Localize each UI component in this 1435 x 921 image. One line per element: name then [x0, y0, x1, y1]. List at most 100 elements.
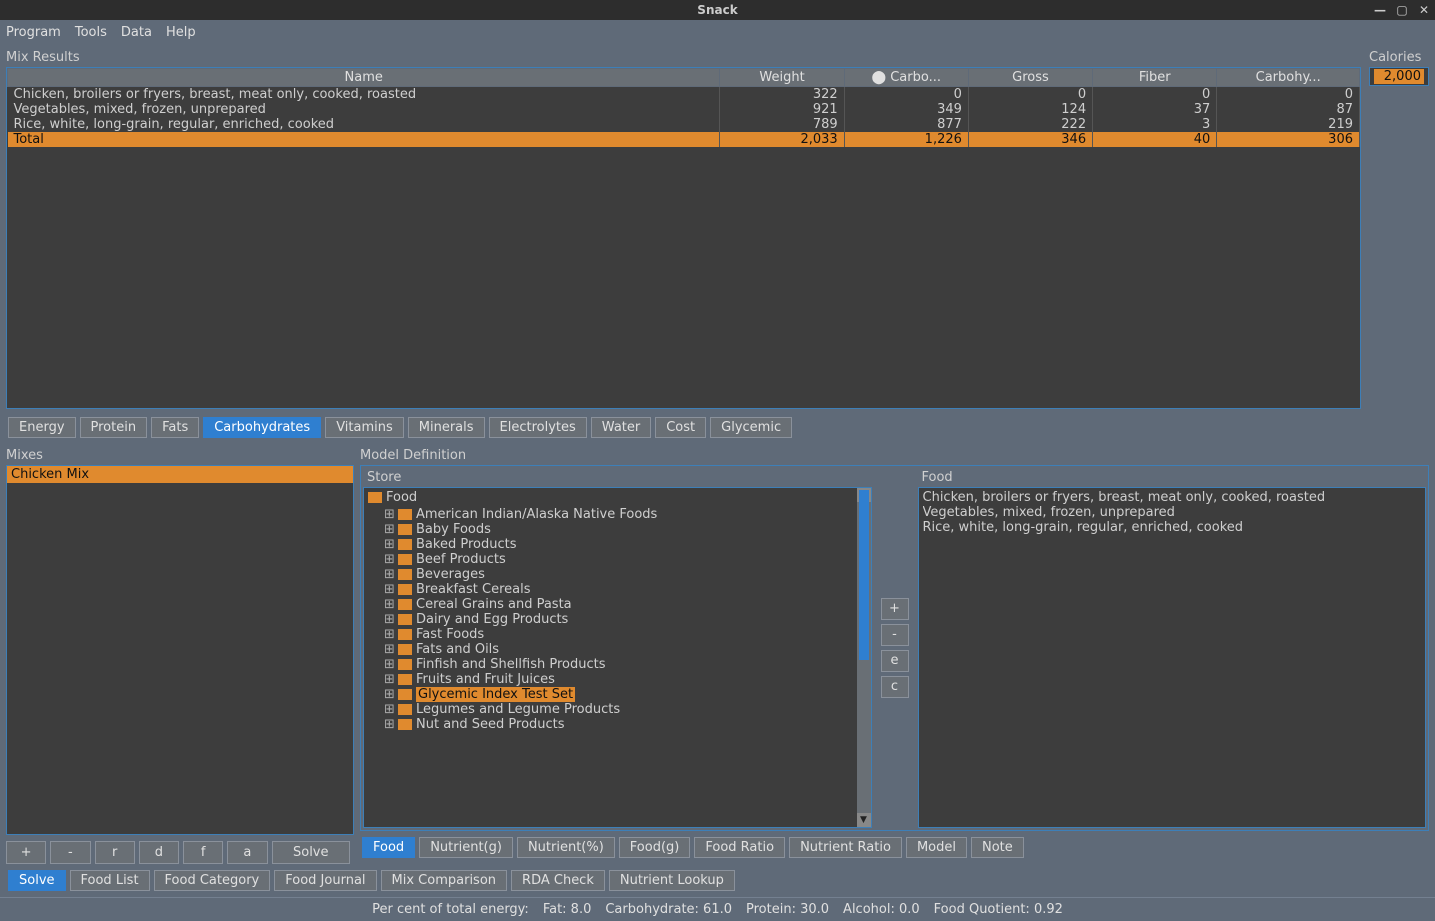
tree-item[interactable]: Cereal Grains and Pasta — [416, 597, 572, 612]
tree-item[interactable]: Breakfast Cereals — [416, 582, 531, 597]
table-row[interactable]: Rice, white, long-grain, regular, enrich… — [8, 117, 1360, 132]
category-tab-energy[interactable]: Energy — [8, 417, 76, 438]
category-tab-glycemic[interactable]: Glycemic — [710, 417, 792, 438]
mix-button-remove[interactable]: - — [50, 841, 90, 864]
tree-expand-icon[interactable]: ⊞ — [384, 702, 394, 717]
tree-root[interactable]: Food — [386, 490, 417, 505]
tree-item[interactable]: Baked Products — [416, 537, 516, 552]
tree-expand-icon[interactable]: ⊞ — [384, 597, 394, 612]
scroll-thumb[interactable] — [859, 490, 869, 660]
maximize-button[interactable]: ▢ — [1395, 3, 1409, 17]
model-tab-nutrientratio[interactable]: Nutrient Ratio — [789, 837, 902, 858]
bottom-tab-solve[interactable]: Solve — [8, 870, 66, 891]
model-tab-note[interactable]: Note — [971, 837, 1024, 858]
model-tab-food[interactable]: Food — [362, 837, 415, 858]
tree-item[interactable]: Baby Foods — [416, 522, 491, 537]
tree-expand-icon[interactable]: ⊞ — [384, 522, 394, 537]
store-button-remove[interactable]: - — [881, 624, 909, 646]
food-item[interactable]: Rice, white, long-grain, regular, enrich… — [923, 520, 1422, 535]
mix-item[interactable]: Chicken Mix — [7, 466, 353, 483]
tree-expand-icon[interactable]: ⊞ — [384, 642, 394, 657]
mix-col-header[interactable]: Gross — [968, 69, 1092, 87]
mix-button-solve[interactable]: Solve — [272, 841, 351, 864]
calories-field[interactable]: 2,000 — [1369, 67, 1429, 86]
menu-program[interactable]: Program — [6, 25, 61, 40]
tree-expand-icon[interactable]: ⊞ — [384, 567, 394, 582]
category-tab-fats[interactable]: Fats — [151, 417, 199, 438]
store-label: Store — [363, 468, 872, 487]
category-tab-water[interactable]: Water — [591, 417, 651, 438]
store-button-e[interactable]: e — [881, 650, 909, 672]
model-tab-nutrient[interactable]: Nutrient(%) — [517, 837, 615, 858]
food-list[interactable]: Chicken, broilers or fryers, breast, mea… — [918, 487, 1427, 828]
scroll-down-icon[interactable]: ▼ — [857, 813, 871, 827]
mix-col-header[interactable]: Weight — [720, 69, 844, 87]
menu-tools[interactable]: Tools — [75, 25, 107, 40]
tree-expand-icon[interactable]: ⊞ — [384, 627, 394, 642]
category-tab-protein[interactable]: Protein — [80, 417, 148, 438]
table-row[interactable]: Vegetables, mixed, frozen, unprepared921… — [8, 102, 1360, 117]
tree-expand-icon[interactable]: ⊞ — [384, 687, 394, 702]
category-tab-cost[interactable]: Cost — [655, 417, 706, 438]
store-button-c[interactable]: c — [881, 676, 909, 698]
menu-data[interactable]: Data — [121, 25, 152, 40]
food-item[interactable]: Vegetables, mixed, frozen, unprepared — [923, 505, 1422, 520]
mix-button-d[interactable]: d — [139, 841, 179, 864]
tree-expand-icon[interactable]: ⊞ — [384, 537, 394, 552]
folder-icon — [398, 614, 412, 625]
mix-button-r[interactable]: r — [95, 841, 135, 864]
bottom-tab-mix-comparison[interactable]: Mix Comparison — [381, 870, 508, 891]
mix-button-f[interactable]: f — [183, 841, 223, 864]
mixes-list[interactable]: Chicken Mix — [6, 465, 354, 835]
bottom-tab-nutrient-lookup[interactable]: Nutrient Lookup — [609, 870, 735, 891]
mix-col-header[interactable]: Carbohy... — [1217, 69, 1360, 87]
tree-item[interactable]: Fast Foods — [416, 627, 484, 642]
store-scrollbar[interactable]: ▲ ▼ — [857, 488, 871, 827]
model-tab-nutrientg[interactable]: Nutrient(g) — [419, 837, 513, 858]
mix-button-a[interactable]: a — [227, 841, 267, 864]
mix-col-header[interactable]: Name — [8, 69, 720, 87]
bottom-tab-food-list[interactable]: Food List — [70, 870, 150, 891]
menu-help[interactable]: Help — [166, 25, 196, 40]
food-item[interactable]: Chicken, broilers or fryers, breast, mea… — [923, 490, 1422, 505]
model-tab-foodg[interactable]: Food(g) — [619, 837, 691, 858]
tree-expand-icon[interactable]: ⊞ — [384, 657, 394, 672]
tree-item[interactable]: American Indian/Alaska Native Foods — [416, 507, 657, 522]
tree-item[interactable]: Legumes and Legume Products — [416, 702, 620, 717]
tree-expand-icon[interactable]: ⊞ — [384, 552, 394, 567]
tree-item[interactable]: Beverages — [416, 567, 485, 582]
minimize-button[interactable]: — — [1373, 3, 1387, 17]
bottom-tab-food-category[interactable]: Food Category — [154, 870, 271, 891]
tree-item[interactable]: Fruits and Fruit Juices — [416, 672, 555, 687]
close-button[interactable]: ✕ — [1417, 3, 1431, 17]
model-tab-model[interactable]: Model — [906, 837, 967, 858]
tree-item[interactable]: Dairy and Egg Products — [416, 612, 568, 627]
table-row[interactable]: Chicken, broilers or fryers, breast, mea… — [8, 87, 1360, 103]
model-tab-foodratio[interactable]: Food Ratio — [694, 837, 785, 858]
tree-item[interactable]: Beef Products — [416, 552, 506, 567]
category-tab-carbohydrates[interactable]: Carbohydrates — [203, 417, 321, 438]
tree-item[interactable]: Nut and Seed Products — [416, 717, 565, 732]
mix-col-header[interactable]: ⬤ Carbo... — [844, 69, 968, 87]
category-tab-minerals[interactable]: Minerals — [408, 417, 485, 438]
bottom-tab-rda-check[interactable]: RDA Check — [511, 870, 605, 891]
tree-item[interactable]: Fats and Oils — [416, 642, 499, 657]
window-title: Snack — [697, 3, 737, 17]
tree-item[interactable]: Finfish and Shellfish Products — [416, 657, 605, 672]
category-tab-electrolytes[interactable]: Electrolytes — [489, 417, 587, 438]
mix-button-add[interactable]: + — [6, 841, 46, 864]
bottom-tab-food-journal[interactable]: Food Journal — [274, 870, 376, 891]
tree-expand-icon[interactable]: ⊞ — [384, 717, 394, 732]
model-label: Model Definition — [360, 446, 1429, 465]
store-tree[interactable]: Food ⊞ American Indian/Alaska Native Food… — [363, 487, 872, 828]
tree-expand-icon[interactable]: ⊞ — [384, 507, 394, 522]
tree-expand-icon[interactable]: ⊞ — [384, 672, 394, 687]
mixes-buttons: +-rdfaSolve — [6, 835, 354, 864]
tree-expand-icon[interactable]: ⊞ — [384, 582, 394, 597]
tree-expand-icon[interactable]: ⊞ — [384, 612, 394, 627]
tree-item[interactable]: Glycemic Index Test Set — [416, 687, 575, 702]
mix-col-header[interactable]: Fiber — [1093, 69, 1217, 87]
category-tab-vitamins[interactable]: Vitamins — [325, 417, 404, 438]
store-button-add[interactable]: + — [881, 598, 909, 620]
table-total-row: Total2,0331,22634640306 — [8, 132, 1360, 147]
